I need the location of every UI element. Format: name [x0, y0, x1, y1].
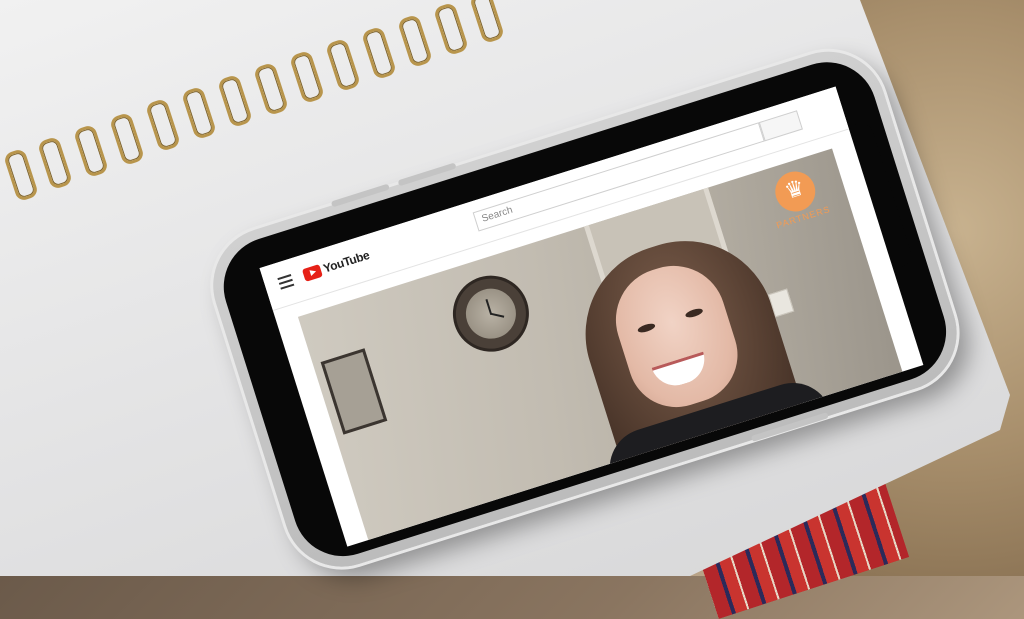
video-scene-picture — [320, 348, 388, 435]
youtube-logo-icon — [301, 263, 323, 282]
search-button[interactable] — [758, 110, 803, 142]
youtube-logo[interactable]: YouTube — [301, 247, 372, 282]
youtube-logo-text: YouTube — [321, 247, 372, 276]
video-scene-clock — [447, 269, 535, 358]
phone: YouTube Search ♛ PARTNERS — [175, 0, 972, 582]
partners-logo: PARTNERS — [761, 163, 834, 231]
hamburger-menu-icon[interactable] — [277, 274, 295, 290]
